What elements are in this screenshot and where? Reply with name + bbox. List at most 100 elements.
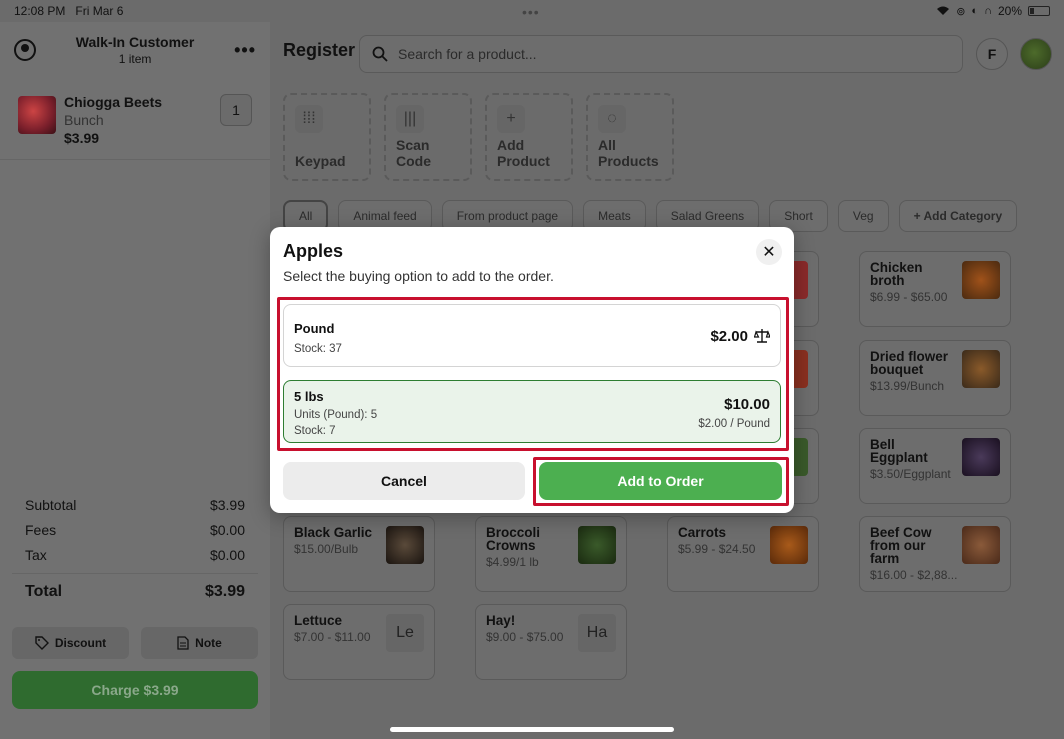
product-tile[interactable]: Beef Cow from our farm $16.00 - $2,88... bbox=[859, 516, 1011, 592]
cart-item[interactable]: Chiogga Beets Bunch $3.99 1 bbox=[0, 78, 270, 160]
item-count: 1 item bbox=[118, 52, 152, 66]
total-value: $3.99 bbox=[204, 582, 245, 600]
fees-row: Fees $0.00 bbox=[12, 517, 258, 542]
product-name: Broccoli Crowns bbox=[486, 525, 541, 553]
all-products-tile[interactable]: ◌ All Products bbox=[586, 93, 674, 181]
option-stock: Stock: 7 bbox=[294, 425, 336, 437]
battery-icon bbox=[1028, 6, 1050, 16]
note-icon bbox=[177, 636, 189, 650]
product-initials: Le bbox=[386, 614, 424, 652]
cancel-button[interactable]: Cancel bbox=[283, 462, 525, 500]
battery-fill bbox=[1030, 8, 1034, 14]
home-indicator[interactable] bbox=[390, 727, 674, 732]
dialog-subtitle: Select the buying option to add to the o… bbox=[283, 268, 554, 284]
buying-option-dialog: Apples Select the buying option to add t… bbox=[270, 227, 794, 513]
product-tile[interactable]: Carrots $5.99 - $24.50 bbox=[667, 516, 819, 592]
product-price: $5.99 - $24.50 bbox=[678, 542, 756, 556]
lock-rotation-icon: ⊚ bbox=[956, 5, 966, 18]
product-name: Black Garlic bbox=[294, 525, 373, 540]
tax-label: Tax bbox=[25, 546, 47, 563]
keypad-icon: ⁞⁞⁞ bbox=[295, 105, 323, 133]
product-tile[interactable]: Hay! $9.00 - $75.00 Ha bbox=[475, 604, 627, 680]
product-price: $6.99 - $65.00 bbox=[870, 290, 948, 304]
search-input[interactable] bbox=[398, 46, 950, 62]
order-panel: Walk-In Customer 1 item ••• Chiogga Beet… bbox=[0, 22, 270, 739]
tax-value: $0.00 bbox=[209, 546, 245, 563]
dialog-title: Apples bbox=[283, 241, 344, 261]
order-header: Walk-In Customer 1 item ••• bbox=[0, 22, 270, 78]
product-tile[interactable]: Dried flower bouquet $13.99/Bunch bbox=[859, 340, 1011, 416]
product-tile[interactable]: Lettuce $7.00 - $11.00 Le bbox=[283, 604, 435, 680]
status-bar: 12:08 PM Fri Mar 6 ••• ⊚ ◐ ∩ 20% bbox=[0, 0, 1064, 22]
cart-item-image bbox=[18, 96, 56, 134]
option-pound[interactable]: Pound Stock: 37 $2.00 bbox=[283, 304, 781, 367]
product-name: Bell Eggplant bbox=[870, 437, 928, 465]
add-product-label: Add Product bbox=[497, 137, 550, 169]
option-name: 5 lbs bbox=[294, 389, 324, 404]
product-initials: Ha bbox=[578, 614, 616, 652]
cart-item-quantity[interactable]: 1 bbox=[220, 94, 252, 126]
product-price: $7.00 - $11.00 bbox=[294, 630, 371, 644]
fees-value: $0.00 bbox=[209, 521, 245, 538]
product-price: $4.99/1 lb bbox=[486, 555, 539, 569]
subtotal-value: $3.99 bbox=[209, 496, 245, 513]
option-unit-price: $2.00 / Pound bbox=[698, 418, 770, 430]
cart-item-unit: Bunch bbox=[64, 112, 104, 128]
search-icon bbox=[372, 46, 388, 62]
add-to-order-button[interactable]: Add to Order bbox=[539, 462, 782, 500]
fees-label: Fees bbox=[25, 521, 57, 538]
product-tile[interactable]: Black Garlic $15.00/Bulb bbox=[283, 516, 435, 592]
product-name: Hay! bbox=[486, 613, 516, 628]
multitask-dots-icon[interactable]: ••• bbox=[522, 4, 540, 20]
scan-code-tile[interactable]: ||| Scan Code bbox=[384, 93, 472, 181]
customer-title[interactable]: Walk-In Customer 1 item bbox=[36, 34, 234, 66]
cart-item-price: $3.99 bbox=[64, 130, 100, 146]
category-veg[interactable]: Veg bbox=[837, 200, 889, 232]
subtotal-label: Subtotal bbox=[25, 496, 77, 513]
product-tile[interactable]: Bell Eggplant $3.50/Eggplant bbox=[859, 428, 1011, 504]
flag-button[interactable]: F bbox=[976, 38, 1008, 70]
product-price: $3.50/Eggplant bbox=[870, 467, 951, 481]
page-title: Register bbox=[283, 39, 356, 60]
product-image bbox=[386, 526, 424, 564]
product-name: Dried flower bouquet bbox=[870, 349, 949, 377]
product-name: Beef Cow from our farm bbox=[870, 525, 932, 566]
add-category-button[interactable]: + Add Category bbox=[898, 200, 1018, 232]
option-5-lbs[interactable]: 5 lbs Units (Pound): 5 Stock: 7 $10.00 $… bbox=[283, 380, 781, 443]
product-tile[interactable]: Chicken broth $6.99 - $65.00 bbox=[859, 251, 1011, 327]
product-price: $13.99/Bunch bbox=[870, 379, 945, 393]
more-options-icon[interactable]: ••• bbox=[234, 40, 256, 61]
moon-icon: ◐ bbox=[971, 5, 979, 17]
product-name: Carrots bbox=[678, 525, 727, 540]
battery-percent: 20% bbox=[997, 4, 1022, 18]
avatar[interactable] bbox=[1020, 38, 1052, 70]
status-date: Fri Mar 6 bbox=[75, 4, 124, 18]
note-button[interactable]: Note bbox=[141, 627, 258, 659]
option-price: $10.00 bbox=[724, 396, 770, 413]
close-icon[interactable]: ✕ bbox=[756, 239, 782, 265]
customer-name: Walk-In Customer bbox=[75, 34, 195, 50]
wifi-icon bbox=[937, 6, 950, 15]
discount-label: Discount bbox=[54, 636, 107, 650]
option-stock: Stock: 37 bbox=[294, 343, 342, 355]
customer-icon[interactable] bbox=[14, 39, 36, 61]
add-product-tile[interactable]: + Add Product bbox=[485, 93, 573, 181]
product-image bbox=[578, 526, 616, 564]
status-time: 12:08 PM bbox=[14, 4, 66, 18]
charge-button[interactable]: Charge $3.99 bbox=[12, 671, 258, 709]
cart-item-name: Chiogga Beets bbox=[64, 94, 163, 110]
product-name: Chicken broth bbox=[870, 260, 923, 288]
all-products-label: All Products bbox=[598, 137, 659, 169]
scale-icon bbox=[754, 329, 770, 343]
search-bar[interactable] bbox=[359, 35, 963, 73]
product-image bbox=[770, 526, 808, 564]
option-units: Units (Pound): 5 bbox=[294, 409, 378, 421]
product-name: Lettuce bbox=[294, 613, 343, 628]
tax-row: Tax $0.00 bbox=[12, 542, 258, 567]
product-image bbox=[962, 261, 1000, 299]
keypad-tile[interactable]: ⁞⁞⁞ Keypad bbox=[283, 93, 371, 181]
note-label: Note bbox=[195, 636, 222, 650]
discount-button[interactable]: Discount bbox=[12, 627, 129, 659]
total-row: Total $3.99 bbox=[12, 573, 258, 609]
product-tile[interactable]: Broccoli Crowns $4.99/1 lb bbox=[475, 516, 627, 592]
